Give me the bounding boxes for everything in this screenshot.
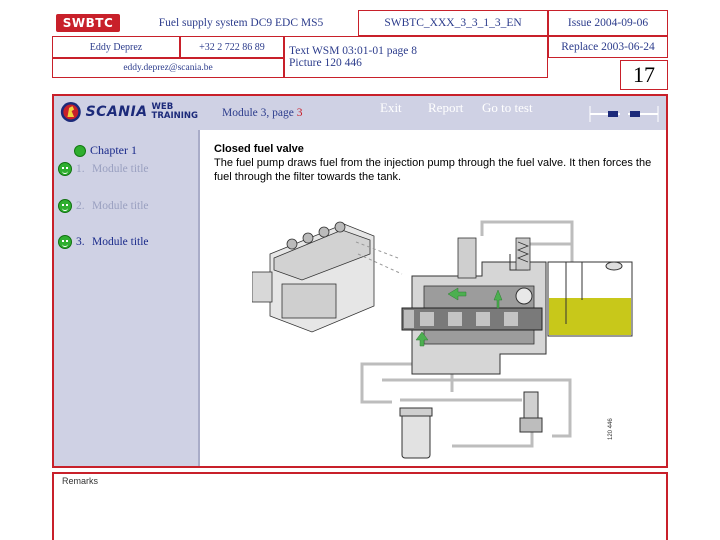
reference-cell: Text WSM 03:01-01 page 8 Picture 120 446 xyxy=(284,36,548,78)
smiley-icon xyxy=(58,162,72,176)
module-item-2[interactable]: 2. Module title xyxy=(58,199,149,213)
issue-cell: Issue 2004-09-06 xyxy=(548,10,668,36)
email-cell: eddy.deprez@scania.be xyxy=(52,58,284,78)
fuel-filter xyxy=(399,407,433,459)
module-number: 1. xyxy=(76,163,85,175)
fuel-tank xyxy=(547,261,633,337)
module-item-1[interactable]: 1. Module title xyxy=(58,162,149,176)
exit-link[interactable]: Exit xyxy=(380,100,402,116)
next-page-arrow-icon[interactable] xyxy=(626,104,660,124)
prev-page-arrow-icon[interactable] xyxy=(588,104,622,124)
issue-date: Issue 2004-09-06 xyxy=(567,17,649,29)
module-item-3[interactable]: 3. Module title xyxy=(58,235,149,249)
scania-logo: SCANIA WEB TRAINING xyxy=(60,97,198,127)
module-number: 3. xyxy=(76,236,85,248)
author-phone: +32 2 722 86 89 xyxy=(199,41,265,53)
scania-wordmark: SCANIA xyxy=(85,104,148,120)
chapter-status-icon xyxy=(74,144,86,157)
document-code: SWBTC_XXX_3_3_1_3_EN xyxy=(384,17,522,29)
chapter-label: Chapter 1 xyxy=(90,143,137,157)
sidebar xyxy=(54,130,198,466)
content-body: The fuel pump draws fuel from the inject… xyxy=(214,157,652,183)
text-reference: Text WSM 03:01-01 page 8 xyxy=(289,45,418,57)
module-number: 2. xyxy=(76,200,85,212)
doc-code-cell: SWBTC_XXX_3_3_1_3_EN xyxy=(358,10,548,36)
author-name: Eddy Deprez xyxy=(89,41,143,53)
remarks-box[interactable] xyxy=(52,472,668,540)
page-number: 17 xyxy=(620,60,668,90)
module-title: Module title xyxy=(92,163,149,175)
module-title: Module title xyxy=(92,236,149,248)
module-prefix: Module 3, page xyxy=(222,107,297,119)
content-heading: Closed fuel valve xyxy=(214,143,304,155)
document-title: Fuel supply system DC9 EDC MS5 xyxy=(158,17,324,29)
picture-reference: Picture 120 446 xyxy=(289,57,362,69)
author-cell: Eddy Deprez xyxy=(52,36,180,58)
phone-cell: +32 2 722 86 89 xyxy=(180,36,284,58)
swbtc-logo: SWBTC xyxy=(56,14,120,32)
replace-date: Replace 2003-06-24 xyxy=(561,41,655,53)
griffin-badge-icon xyxy=(60,102,81,122)
module-indicator: Module 3, page 3 xyxy=(222,107,302,119)
module-page-number: 3 xyxy=(296,107,303,119)
web-training-label: WEB TRAINING xyxy=(151,102,198,121)
chapter-heading[interactable]: Chapter 1 xyxy=(74,143,137,158)
hand-primer-pump xyxy=(519,391,543,433)
smiley-icon xyxy=(58,235,72,249)
smiley-icon xyxy=(58,199,72,213)
title-cell: Fuel supply system DC9 EDC MS5 xyxy=(124,10,358,36)
fuel-system-diagram xyxy=(252,220,633,459)
go-to-test-link[interactable]: Go to test xyxy=(482,100,533,116)
picture-code: 120 446 xyxy=(608,418,614,440)
replace-cell: Replace 2003-06-24 xyxy=(548,36,668,58)
module-title: Module title xyxy=(92,200,149,212)
author-email[interactable]: eddy.deprez@scania.be xyxy=(123,63,212,73)
injection-pump-drawing xyxy=(252,221,375,333)
remarks-label: Remarks xyxy=(62,476,99,486)
report-link[interactable]: Report xyxy=(428,100,463,116)
fuel-pump-body xyxy=(401,237,547,375)
